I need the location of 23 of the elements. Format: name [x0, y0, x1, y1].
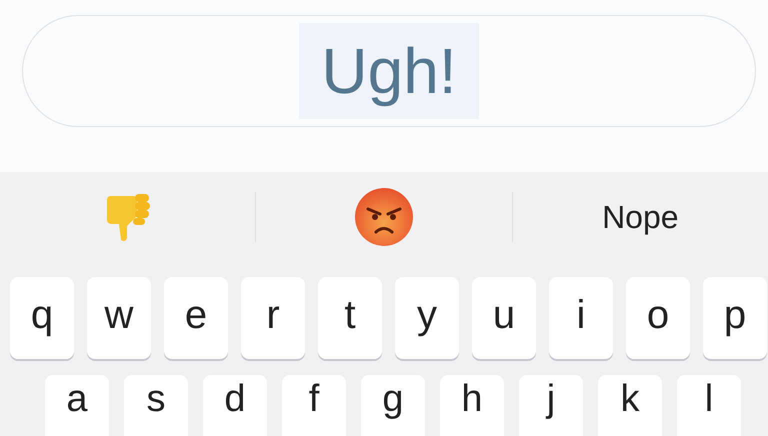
key[interactable]: l: [677, 375, 741, 436]
key[interactable]: t: [318, 277, 382, 359]
key[interactable]: e: [164, 277, 228, 359]
angry-face-icon: [354, 187, 414, 247]
key[interactable]: j: [519, 375, 583, 436]
key[interactable]: o: [626, 277, 690, 359]
key[interactable]: q: [10, 277, 74, 359]
key[interactable]: p: [703, 277, 767, 359]
key[interactable]: k: [598, 375, 662, 436]
key[interactable]: d: [203, 375, 267, 436]
key[interactable]: g: [361, 375, 425, 436]
key[interactable]: r: [241, 277, 305, 359]
text-field[interactable]: Ugh!: [22, 15, 756, 127]
key[interactable]: a: [45, 375, 109, 436]
key[interactable]: u: [472, 277, 536, 359]
key[interactable]: s: [124, 375, 188, 436]
field-text: Ugh!: [299, 23, 479, 119]
key[interactable]: i: [549, 277, 613, 359]
key[interactable]: f: [282, 375, 346, 436]
key[interactable]: w: [87, 277, 151, 359]
suggestion-word[interactable]: Nope: [602, 198, 679, 236]
key[interactable]: y: [395, 277, 459, 359]
key[interactable]: h: [440, 375, 504, 436]
